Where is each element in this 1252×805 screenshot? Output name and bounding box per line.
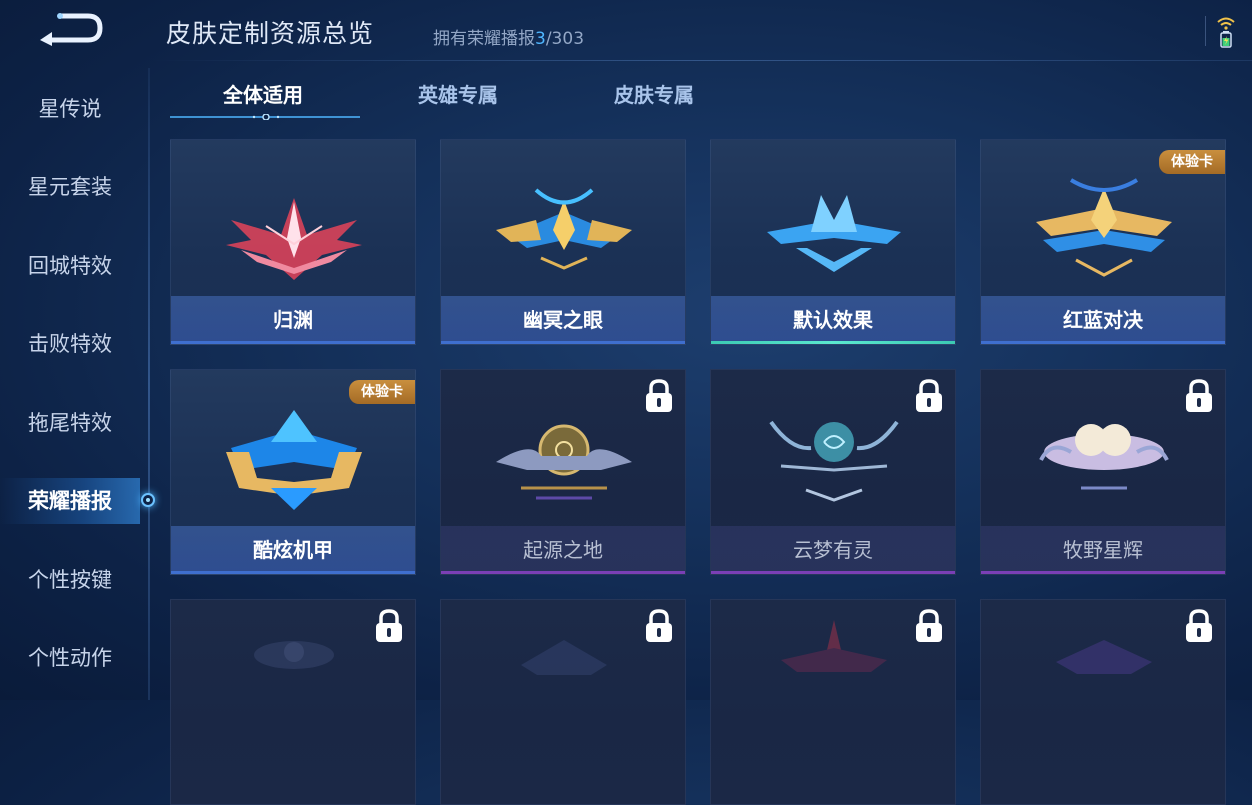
card-accent-bar [171, 571, 415, 574]
card-locked-row3-4[interactable] [980, 599, 1226, 805]
card-cloud-dream[interactable]: 云梦有灵 [710, 369, 956, 575]
header-divider [150, 60, 1252, 61]
summary-total: /303 [545, 29, 585, 49]
sidebar-item-kill-effect[interactable]: 击败特效 [0, 321, 140, 367]
crimson-emblem-art [226, 198, 362, 280]
card-locked-row3-2[interactable] [440, 599, 686, 805]
card-accent-bar [441, 571, 685, 574]
blue-gold-emblem-art [496, 188, 632, 270]
back-arrow-icon[interactable] [38, 10, 104, 46]
card-title: 云梦有灵 [793, 538, 873, 562]
owned-count: 3 [535, 29, 546, 49]
selected-accent-bar [711, 341, 955, 344]
sidebar-item-recall-effect[interactable]: 回城特效 [0, 243, 140, 289]
summary-prefix: 拥有荣耀播报 [433, 29, 535, 49]
sidebar-item-trail-effect[interactable]: 拖尾特效 [0, 400, 140, 446]
lock-icon [1186, 379, 1212, 412]
trial-card-badge: 体验卡 [1159, 150, 1225, 174]
card-title: 牧野星辉 [1063, 538, 1143, 562]
card-title: 酷炫机甲 [253, 538, 333, 562]
status-divider [1205, 16, 1206, 46]
sidebar-item-custom-buttons[interactable]: 个性按键 [0, 557, 140, 603]
active-indicator-dot [141, 493, 155, 507]
card-accent-bar [981, 571, 1225, 574]
card-title: 起源之地 [523, 538, 603, 562]
tab-all[interactable]: 全体适用 [223, 78, 303, 112]
sidebar-item-custom-actions[interactable]: 个性动作 [0, 635, 140, 681]
card-accent-bar [711, 571, 955, 574]
sidebar-item-star-legend[interactable]: 星传说 [0, 86, 140, 132]
card-locked-row3-3[interactable] [710, 599, 956, 805]
card-cool-mecha[interactable]: 体验卡 酷炫机甲 [170, 369, 416, 575]
card-accent-bar [981, 341, 1225, 344]
card-guiyuan[interactable]: 归渊 [170, 139, 416, 345]
default-blue-emblem-art [767, 195, 901, 272]
trial-card-badge: 体验卡 [349, 380, 415, 404]
card-title: 红蓝对决 [1063, 308, 1143, 332]
card-accent-bar [171, 341, 415, 344]
active-tab-underline [170, 114, 360, 120]
card-accent-bar [441, 341, 685, 344]
sidebar-item-star-suit[interactable]: 星元套装 [0, 164, 140, 210]
lock-icon [646, 609, 672, 642]
page-title: 皮肤定制资源总览 [166, 19, 375, 48]
tab-skin-exclusive[interactable]: 皮肤专属 [614, 78, 694, 112]
wifi-battery-status-icon [1217, 17, 1235, 48]
lock-icon [916, 379, 942, 412]
card-land-of-origin[interactable]: 起源之地 [440, 369, 686, 575]
card-title: 归渊 [273, 308, 313, 332]
sidebar-item-glory-broadcast[interactable]: 荣耀播报 [0, 478, 140, 524]
sidebar: 星传说 星元套装 回城特效 击败特效 拖尾特效 荣耀播报 个性按键 个性动作 [0, 66, 150, 700]
owned-summary: 拥有荣耀播报3/303 [433, 24, 584, 49]
card-red-blue-duel[interactable]: 体验卡 红蓝对决 [980, 139, 1226, 345]
card-youming-eye[interactable]: 幽冥之眼 [440, 139, 686, 345]
lock-icon [916, 609, 942, 642]
card-title: 幽冥之眼 [523, 308, 603, 332]
lock-icon [376, 609, 402, 642]
tab-hero-exclusive[interactable]: 英雄专属 [418, 78, 498, 112]
lock-icon [646, 379, 672, 412]
card-pasture-starlight[interactable]: 牧野星辉 [980, 369, 1226, 575]
card-default-effect[interactable]: 默认效果 [710, 139, 956, 345]
card-locked-row3-1[interactable] [170, 599, 416, 805]
card-title: 默认效果 [793, 308, 873, 332]
lock-icon [1186, 609, 1212, 642]
